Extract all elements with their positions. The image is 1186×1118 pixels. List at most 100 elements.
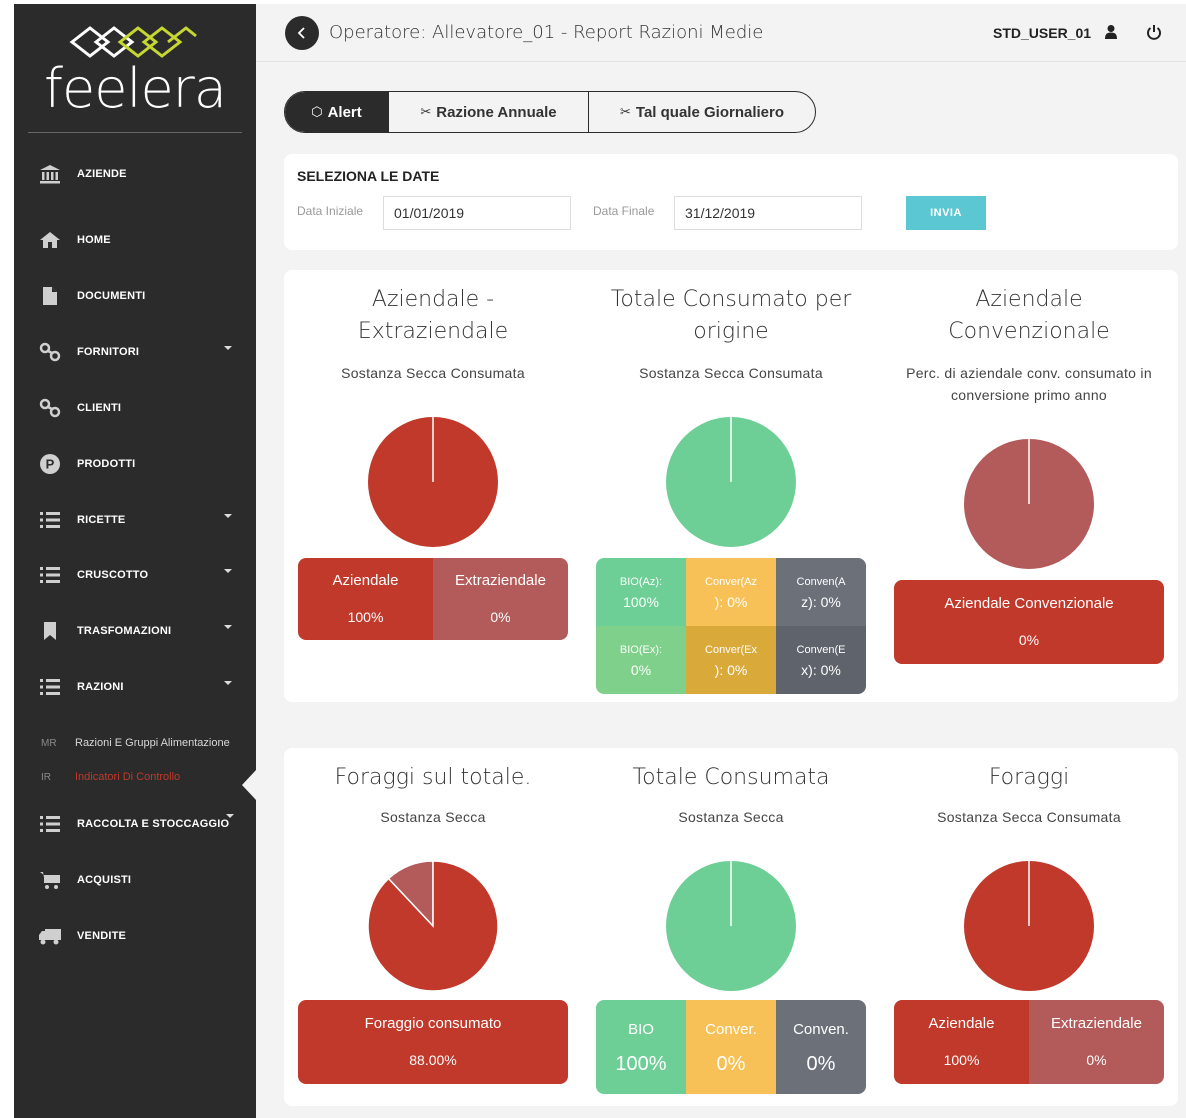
panel-foraggi: Foraggi Sostanza Secca Consumata Azienda…	[880, 748, 1178, 1106]
legend-label: Conver.	[705, 1021, 757, 1038]
sidebar-item-acquisti[interactable]: ACQUISTI	[14, 860, 256, 900]
legend-item-conven-ex: Conven(E x): 0%	[776, 626, 866, 694]
back-button[interactable]	[285, 16, 319, 50]
tab-label: Tal quale Giornaliero	[635, 103, 784, 121]
sidebar-item-prodotti[interactable]: P PRODOTTI	[14, 444, 256, 484]
panel-subtitle: Perc. di aziendale conv. consumato in co…	[906, 365, 1152, 403]
tab-razione-annuale[interactable]: ✂ Razione Annuale	[389, 92, 589, 132]
panel-title: Aziendale - Extraziendale	[357, 287, 509, 344]
pie-chart-totale-consumata	[666, 861, 796, 991]
home-icon	[38, 228, 62, 252]
brand-logo-text[interactable]: feelera	[44, 62, 227, 116]
sidebar-item-label: RACCOLTA E STOCCAGGIO	[77, 818, 230, 830]
sidebar-item-label: HOME	[77, 234, 111, 246]
sidebar-item-label: ACQUISTI	[77, 874, 132, 886]
legend-item-conven-az: Conven(A z): 0%	[776, 558, 866, 626]
sidebar-item-raccolta[interactable]: RACCOLTA E STOCCAGGIO	[14, 804, 256, 844]
subitem-label: Razioni E Gruppi Alimentazione	[75, 737, 230, 749]
legend-value: 0%	[1018, 632, 1040, 648]
sidebar-item-aziende[interactable]: AZIENDE	[14, 154, 256, 194]
logo-divider	[28, 132, 242, 133]
legend-item-aziendale-convenzionale: Aziendale Convenzionale 0%	[894, 580, 1164, 664]
pie-chart-foraggi-totale	[367, 860, 499, 992]
svg-text:P: P	[46, 457, 55, 472]
chevron-down-icon	[224, 514, 232, 518]
sidebar-item-vendite[interactable]: VENDITE	[14, 916, 256, 956]
panel-aziendale-extraziendale: Aziendale - Extraziendale Sostanza Secca…	[284, 270, 582, 702]
panel-title: Foraggi sul totale.	[334, 765, 532, 790]
legend: Foraggio consumato 88.00%	[298, 1000, 568, 1084]
legend-value: 0%	[630, 662, 652, 678]
panel-subtitle: Sostanza Secca Consumata	[937, 809, 1121, 825]
chevron-down-icon	[224, 569, 232, 573]
legend-item-conven: Conven. 0%	[776, 1000, 866, 1094]
sidebar-item-ricette[interactable]: RICETTE	[14, 500, 256, 540]
user-name[interactable]: STD_USER_01	[993, 25, 1091, 41]
list-icon	[38, 563, 62, 587]
start-date-input[interactable]	[383, 196, 571, 230]
legend-label: Aziendale	[928, 1015, 995, 1032]
panel-totale-consumato-origine: Totale Consumato per origine Sostanza Se…	[582, 270, 880, 702]
legend-item-bio-az: BIO(Az): 100%	[596, 558, 686, 626]
tab-alert[interactable]: ⬡ Alert	[285, 92, 389, 132]
sidebar-subitem-indicatori[interactable]: IR Indicatori Di Controllo	[14, 766, 256, 788]
legend-value: ): 0%	[714, 594, 748, 610]
legend-label: Extraziendale	[455, 572, 546, 589]
p-circle-icon: P	[38, 452, 62, 476]
sidebar-item-clienti[interactable]: CLIENTI	[14, 388, 256, 428]
end-date-input[interactable]	[674, 196, 862, 230]
sidebar-item-label: DOCUMENTI	[77, 290, 146, 302]
panel-foraggi-totale: Foraggi sul totale. Sostanza Secca Forag…	[284, 748, 582, 1106]
sidebar-item-razioni[interactable]: RAZIONI	[14, 667, 256, 707]
legend-label: Conven.	[793, 1021, 849, 1038]
tab-tal-quale-giornaliero[interactable]: ✂ Tal quale Giornaliero	[589, 92, 815, 132]
subitem-abbr: MR	[41, 737, 57, 749]
end-date-label: Data Finale	[593, 204, 655, 218]
legend-value: ): 0%	[714, 662, 748, 678]
submit-button[interactable]: INVIA	[906, 196, 986, 230]
legend-item-bio-ex: BIO(Ex): 0%	[596, 626, 686, 694]
cart-icon	[38, 868, 62, 892]
sidebar-item-label: VENDITE	[77, 930, 127, 942]
sidebar-item-documenti[interactable]: DOCUMENTI	[14, 276, 256, 316]
sidebar-item-home[interactable]: HOME	[14, 220, 256, 260]
legend-item-conver: Conver. 0%	[686, 1000, 776, 1094]
list-icon	[38, 508, 62, 532]
list-icon	[38, 675, 62, 699]
sidebar-item-label: TRASFOMAZIONI	[77, 625, 172, 637]
panel-subtitle: Sostanza Secca Consumata	[341, 365, 525, 381]
legend: Aziendale Convenzionale 0%	[894, 580, 1164, 664]
sidebar-item-fornitori[interactable]: FORNITORI	[14, 332, 256, 372]
start-date-label: Data Iniziale	[297, 204, 364, 218]
charts-row-1: Aziendale - Extraziendale Sostanza Secca…	[284, 270, 1178, 702]
legend-value: 0%	[490, 609, 511, 625]
pie-chart-convenzionale	[964, 439, 1094, 569]
legend-item-extraziendale: Extraziendale 0%	[1029, 1000, 1164, 1084]
legend-item-aziendale: Aziendale 100%	[298, 558, 433, 640]
bank-icon	[38, 162, 62, 186]
legend-value: z): 0%	[801, 594, 841, 610]
pie-slices	[367, 860, 499, 992]
legend-label: BIO	[628, 1021, 654, 1038]
bookmark-icon	[38, 619, 62, 643]
subitem-abbr: IR	[41, 771, 51, 783]
sidebar-item-trasfomazioni[interactable]: TRASFOMAZIONI	[14, 611, 256, 651]
legend-item-extraziendale: Extraziendale 0%	[433, 558, 568, 640]
legend-label: Conven(E	[796, 644, 846, 656]
tab-label: Razione Annuale	[436, 103, 557, 121]
sidebar-subitem-razioni-gruppi[interactable]: MR Razioni E Gruppi Alimentazione	[14, 732, 256, 754]
legend-label: Foraggio consumato	[364, 1015, 502, 1032]
chevron-down-icon	[224, 625, 232, 629]
document-icon	[38, 284, 62, 308]
sidebar-item-cruscotto[interactable]: CRUSCOTTO	[14, 555, 256, 595]
legend-item-conver-az: Conver(Az ): 0%	[686, 558, 776, 626]
feelera-logo-mark	[69, 26, 197, 58]
power-icon[interactable]	[1146, 24, 1162, 40]
topbar: Operatore: Allevatore_01 - Report Razion…	[256, 4, 1186, 62]
user-icon[interactable]	[1104, 24, 1118, 40]
legend-value: 0%	[716, 1053, 746, 1075]
legend-label: BIO(Ex):	[619, 644, 663, 656]
page-title: Operatore: Allevatore_01 - Report Razion…	[329, 22, 764, 43]
legend-value: 100%	[623, 594, 659, 610]
legend-value: 100%	[943, 1052, 980, 1068]
